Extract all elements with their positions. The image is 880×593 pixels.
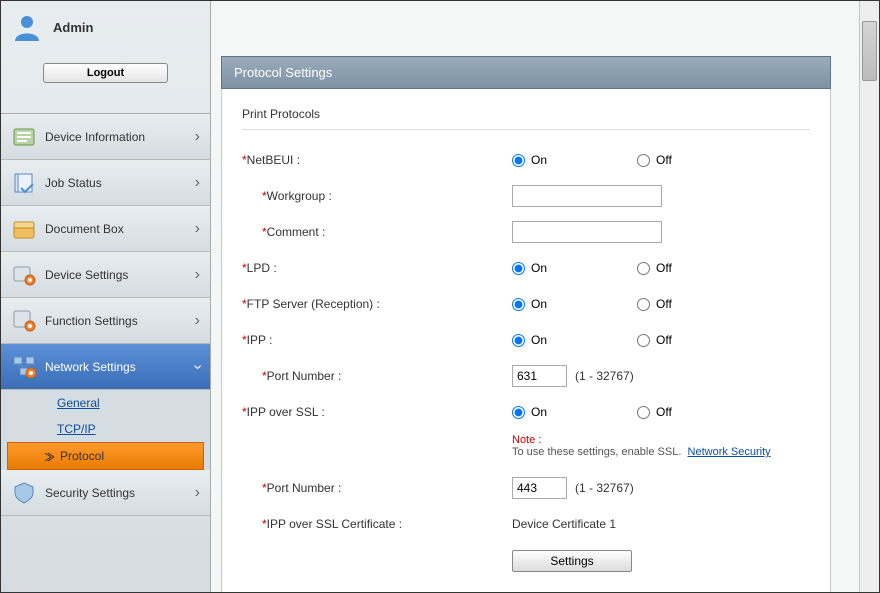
cert-settings-button[interactable]: Settings (512, 550, 632, 572)
security-settings-icon (11, 480, 37, 506)
netbeui-off-radio[interactable] (637, 154, 650, 167)
chevron-right-icon: › (195, 128, 200, 146)
row-ftp: *FTP Server (Reception) : On Off (242, 286, 810, 322)
content: Protocol Settings Print Protocols *NetBE… (211, 1, 879, 592)
nav-label: Network Settings (45, 360, 195, 374)
network-settings-icon (11, 354, 37, 380)
row-ipp-auth: IPP Authentication : On Off (242, 586, 810, 592)
function-settings-icon (11, 308, 37, 334)
section-title: Print Protocols (242, 99, 810, 130)
subnav-network: General TCP/IP Protocol (1, 390, 210, 470)
nav-job-status[interactable]: Job Status › (1, 160, 210, 206)
subnav-protocol[interactable]: Protocol (7, 442, 204, 470)
note-label: Note : (512, 434, 541, 446)
netbeui-on-radio[interactable] (512, 154, 525, 167)
lpd-on-radio[interactable] (512, 262, 525, 275)
label-netbeui: NetBEUI : (247, 153, 300, 167)
lpd-off-radio[interactable] (637, 262, 650, 275)
chevron-right-icon: › (195, 266, 200, 284)
nav-security-settings[interactable]: Security Settings › (1, 470, 210, 516)
label-lpd: LPD : (247, 261, 277, 275)
device-info-icon (11, 124, 37, 150)
nav-label: Device Settings (45, 268, 195, 282)
ipp-port-range: (1 - 32767) (575, 369, 634, 383)
row-workgroup: *Workgroup : (242, 178, 810, 214)
nav-device-settings[interactable]: Device Settings › (1, 252, 210, 298)
label-workgroup: Workgroup : (267, 189, 332, 203)
ftp-off-radio[interactable] (637, 298, 650, 311)
logout-button[interactable]: Logout (43, 63, 168, 83)
workgroup-input[interactable] (512, 185, 662, 207)
nav-function-settings[interactable]: Function Settings › (1, 298, 210, 344)
subnav-label: Protocol (60, 449, 104, 463)
nav-label: Security Settings (45, 486, 195, 500)
row-ipp-ssl: *IPP over SSL : On Off (242, 394, 810, 430)
ipp-on-radio[interactable] (512, 334, 525, 347)
nav-label: Function Settings (45, 314, 195, 328)
row-ipp-ssl-port: *Port Number : (1 - 32767) (242, 470, 810, 506)
nav: Device Information › Job Status › Docume… (1, 113, 210, 592)
row-lpd: *LPD : On Off (242, 250, 810, 286)
ipp-off-radio[interactable] (637, 334, 650, 347)
outer-scrollbar[interactable] (859, 1, 879, 592)
device-settings-icon (11, 262, 37, 288)
ipp-ssl-port-range: (1 - 32767) (575, 481, 634, 495)
chevron-right-icon: › (195, 312, 200, 330)
user-box: Admin Logout (1, 1, 210, 113)
nav-label: Job Status (45, 176, 195, 190)
nav-document-box[interactable]: Document Box › (1, 206, 210, 252)
label-ipp-ssl-cert: IPP over SSL Certificate : (267, 517, 402, 531)
chevron-right-icon: › (195, 220, 200, 238)
sidebar: Admin Logout Device Information › Job St… (1, 1, 211, 592)
row-ipp-port: *Port Number : (1 - 32767) (242, 358, 810, 394)
ftp-on-radio[interactable] (512, 298, 525, 311)
ssl-note: Note : To use these settings, enable SSL… (512, 434, 810, 458)
section-body: Print Protocols *NetBEUI : On Off *Workg… (221, 89, 831, 592)
row-comment: *Comment : (242, 214, 810, 250)
label-comment: Comment : (267, 225, 326, 239)
ipp-port-input[interactable] (512, 365, 567, 387)
arrow-right-icon (44, 451, 54, 461)
document-box-icon (11, 216, 37, 242)
user-icon (11, 11, 43, 43)
ipp-ssl-off-radio[interactable] (637, 406, 650, 419)
ipp-ssl-port-input[interactable] (512, 477, 567, 499)
content-scroll[interactable]: Protocol Settings Print Protocols *NetBE… (211, 1, 859, 592)
nav-network-settings[interactable]: Network Settings › (1, 344, 210, 390)
nav-label: Device Information (45, 130, 195, 144)
row-ipp: *IPP : On Off (242, 322, 810, 358)
ipp-ssl-cert-value: Device Certificate 1 (512, 517, 616, 531)
subnav-general[interactable]: General (1, 390, 210, 416)
row-ipp-ssl-cert: *IPP over SSL Certificate : Device Certi… (242, 506, 810, 542)
scrollbar-thumb[interactable] (862, 21, 877, 81)
job-status-icon (11, 170, 37, 196)
label-ipp-ssl-port: Port Number : (267, 481, 342, 495)
network-security-link[interactable]: Network Security (688, 446, 771, 458)
note-text: To use these settings, enable SSL. (512, 446, 681, 458)
nav-device-information[interactable]: Device Information › (1, 114, 210, 160)
section-header: Protocol Settings (221, 56, 831, 89)
label-ftp: FTP Server (Reception) : (247, 297, 380, 311)
label-ipp-port: Port Number : (267, 369, 342, 383)
comment-input[interactable] (512, 221, 662, 243)
chevron-down-icon: › (188, 364, 206, 369)
row-netbeui: *NetBEUI : On Off (242, 142, 810, 178)
ipp-ssl-on-radio[interactable] (512, 406, 525, 419)
label-ipp-ssl: IPP over SSL : (247, 405, 325, 419)
nav-label: Document Box (45, 222, 195, 236)
label-ipp: IPP : (247, 333, 273, 347)
chevron-right-icon: › (195, 174, 200, 192)
chevron-right-icon: › (195, 484, 200, 502)
subnav-tcpip[interactable]: TCP/IP (1, 416, 210, 442)
user-name: Admin (53, 20, 93, 35)
